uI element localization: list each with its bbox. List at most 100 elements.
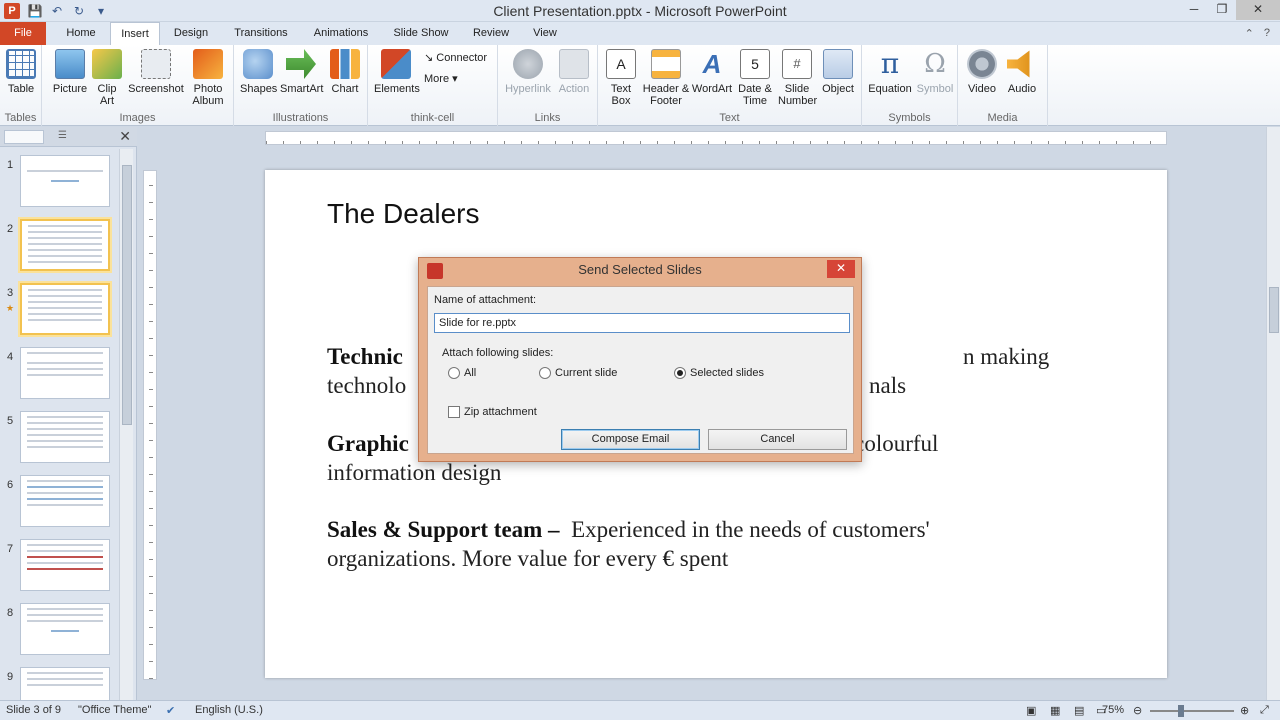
zoom-out-icon[interactable]: ⊖ <box>1133 704 1142 717</box>
shapes-button[interactable]: Shapes <box>240 49 277 95</box>
tab-review[interactable]: Review <box>466 22 516 45</box>
slide-title[interactable]: The Dealers <box>327 198 480 230</box>
object-button[interactable]: Object <box>820 49 856 95</box>
radio-circle-icon <box>448 367 460 379</box>
ribbon-tabs: File Home Insert Design Transitions Anim… <box>0 22 1280 46</box>
minimize-icon[interactable]: ─ <box>1180 0 1208 20</box>
radio-current-slide[interactable]: Current slide <box>539 367 617 379</box>
header-footer-button[interactable]: Header & Footer <box>642 49 690 107</box>
text-box-button[interactable]: A Text Box <box>604 49 638 107</box>
tab-view[interactable]: View <box>522 22 568 45</box>
window-controls: ─ ❐ ✕ <box>1180 0 1280 20</box>
maximize-icon[interactable]: ❐ <box>1208 0 1236 20</box>
slide-count: Slide 3 of 9 <box>6 704 62 716</box>
help-icon[interactable]: ? <box>1264 27 1270 40</box>
smartart-icon <box>286 49 316 79</box>
tab-file[interactable]: File <box>0 22 46 45</box>
thumbnail-preview <box>20 283 110 335</box>
object-icon <box>823 49 853 79</box>
checkbox-icon <box>448 406 460 418</box>
dialog-close-icon[interactable]: ✕ <box>827 260 855 278</box>
group-text: A Text Box Header & Footer A WordArt 5 D… <box>598 45 862 126</box>
zoom-slider-thumb[interactable] <box>1178 705 1184 717</box>
editor-vertical-scrollbar[interactable] <box>1266 127 1280 700</box>
thumbnail-preview <box>20 219 110 271</box>
scrollbar-thumb[interactable] <box>1269 287 1279 333</box>
theme-name[interactable]: "Office Theme" <box>78 704 151 716</box>
more-button[interactable]: More ▾ <box>424 72 458 85</box>
tab-slide-show[interactable]: Slide Show <box>386 22 456 45</box>
hyperlink-button[interactable]: Hyperlink <box>504 49 552 95</box>
slide-thumbnail[interactable]: 5 <box>0 411 120 467</box>
slide-thumbnail[interactable]: 8 <box>0 603 120 659</box>
thumbnail-preview <box>20 411 110 463</box>
tab-insert[interactable]: Insert <box>110 22 160 46</box>
tab-design[interactable]: Design <box>166 22 216 45</box>
fit-to-window-icon[interactable]: ⤢ <box>1260 704 1269 717</box>
slide-number-button[interactable]: # Slide Number <box>778 49 817 107</box>
slide-thumbnail-selected[interactable]: 2 <box>0 219 120 275</box>
close-pane-icon[interactable]: ✕ <box>119 128 131 145</box>
slide-thumbnail[interactable]: 1 <box>0 155 120 211</box>
screenshot-button[interactable]: Screenshot <box>128 49 184 95</box>
slide-thumbnail[interactable]: 6 <box>0 475 120 531</box>
ribbon-right-controls: ⌃ ? <box>1245 27 1270 40</box>
photo-album-icon <box>193 49 223 79</box>
clip-art-icon <box>92 49 122 79</box>
table-button[interactable]: Table <box>6 49 36 95</box>
connector-button[interactable]: ↘ Connector <box>424 51 487 64</box>
chart-button[interactable]: Chart <box>328 49 362 95</box>
symbol-button[interactable]: Ω Symbol <box>916 49 954 95</box>
equation-button[interactable]: π Equation <box>866 49 914 96</box>
wordart-button[interactable]: A WordArt <box>690 49 734 95</box>
clip-art-button[interactable]: Clip Art <box>92 49 122 107</box>
zoom-in-icon[interactable]: ⊕ <box>1240 704 1249 717</box>
cancel-button[interactable]: Cancel <box>708 429 847 450</box>
group-images: Picture Clip Art Screenshot Photo Album … <box>42 45 234 126</box>
picture-button[interactable]: Picture <box>50 49 90 95</box>
date-time-button[interactable]: 5 Date & Time <box>736 49 774 107</box>
zip-attachment-checkbox[interactable]: Zip attachment <box>448 406 537 418</box>
status-bar: Slide 3 of 9 "Office Theme" ✔ English (U… <box>0 700 1280 720</box>
audio-button[interactable]: Audio <box>1004 49 1040 95</box>
outline-tab-icon[interactable]: ☰ <box>58 130 67 141</box>
group-illustrations: Shapes SmartArt Chart Illustrations <box>234 45 368 126</box>
compose-email-button[interactable]: Compose Email <box>561 429 700 450</box>
slide-thumbnail-selected[interactable]: 3 ★ <box>0 283 120 339</box>
attachment-name-input[interactable]: Slide for re.pptx <box>434 313 850 333</box>
group-links: Hyperlink Action Links <box>498 45 598 126</box>
slide-sorter-icon[interactable]: ▦ <box>1050 704 1060 717</box>
language-indicator[interactable]: English (U.S.) <box>195 704 263 716</box>
radio-selected-slides[interactable]: Selected slides <box>674 367 764 379</box>
group-tables: Table Tables <box>0 45 42 126</box>
radio-all[interactable]: All <box>448 367 476 379</box>
title-bar: P 💾 ↶ ↻ ▾ Client Presentation.pptx - Mic… <box>0 0 1280 22</box>
smartart-button[interactable]: SmartArt <box>280 49 323 95</box>
scrollbar-thumb[interactable] <box>122 165 132 425</box>
slide-paragraph-sales[interactable]: Sales & Support team – Experienced in th… <box>327 515 1127 573</box>
vertical-ruler <box>143 170 157 680</box>
reading-view-icon[interactable]: ▤ <box>1074 704 1084 717</box>
slide-thumbnail[interactable]: 7 <box>0 539 120 595</box>
photo-album-button[interactable]: Photo Album <box>188 49 228 107</box>
normal-view-icon[interactable]: ▣ <box>1026 704 1036 717</box>
minimize-ribbon-icon[interactable]: ⌃ <box>1245 27 1254 40</box>
spellcheck-icon[interactable]: ✔ <box>166 704 175 717</box>
omega-icon: Ω <box>924 49 946 79</box>
slide-thumbnail[interactable]: 4 <box>0 347 120 403</box>
hyperlink-icon <box>513 49 543 79</box>
tab-transitions[interactable]: Transitions <box>226 22 296 45</box>
chart-icon <box>330 49 360 79</box>
tab-home[interactable]: Home <box>58 22 104 45</box>
action-button[interactable]: Action <box>556 49 592 95</box>
tab-animations[interactable]: Animations <box>306 22 376 45</box>
elements-button[interactable]: Elements <box>374 49 420 95</box>
slides-tab[interactable] <box>4 130 44 144</box>
close-window-icon[interactable]: ✕ <box>1236 0 1280 20</box>
zoom-slider[interactable] <box>1150 710 1234 712</box>
video-button[interactable]: Video <box>964 49 1000 95</box>
film-reel-icon <box>967 49 997 79</box>
zoom-level[interactable]: 75% <box>1102 704 1124 716</box>
animation-star-icon: ★ <box>6 303 15 313</box>
thumbnail-scrollbar[interactable] <box>119 149 133 700</box>
